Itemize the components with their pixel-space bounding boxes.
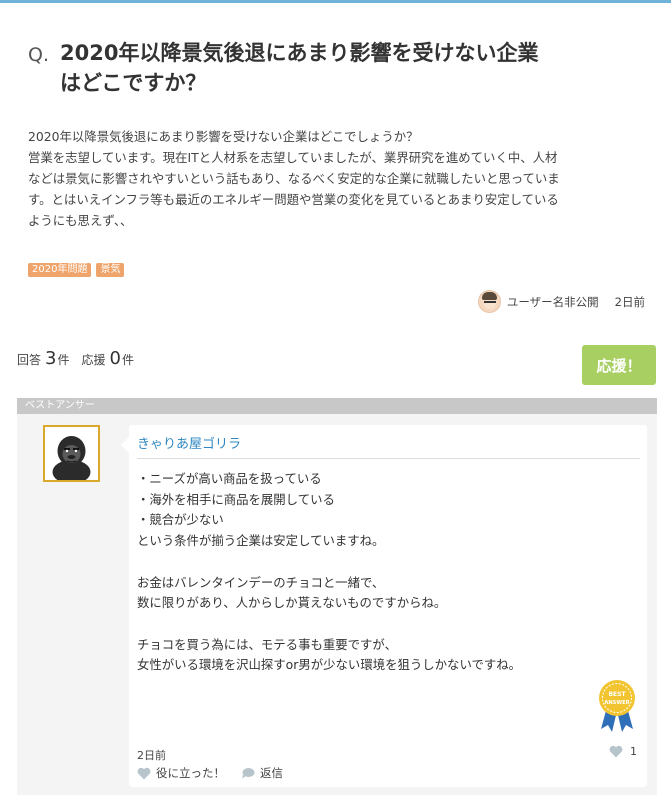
answer-time: 2日前 (137, 749, 166, 762)
answer-line (137, 552, 637, 573)
reply-label: 返信 (260, 766, 283, 780)
badge-text-answer: ANSWER (604, 700, 629, 706)
top-accent-rule (0, 0, 671, 3)
gorilla-avatar-icon[interactable] (43, 425, 100, 482)
helpful-label: 役に立った！ (156, 766, 225, 780)
question-stats: 回答 3 件 応援 0 件 (17, 348, 134, 369)
answer-line (137, 614, 637, 635)
tag-economy[interactable]: 景気 (96, 263, 125, 277)
best-answer-section-label: ベストアンサー (17, 398, 657, 414)
answer-line: チョコを買う為には、モテる事も重要ですが、 (137, 636, 397, 652)
cheers-unit: 件 (121, 353, 134, 367)
asker-info: ユーザー名非公開 2日前 (477, 290, 645, 313)
question-body-line: す。とはいえインフラ等も最近のエネルギー問題や営業の変化を見ているとあまり安定し… (28, 192, 559, 207)
question-title-line: 2020年以降景気後退にあまり影響を受けない企業 (60, 41, 539, 65)
answer-line: 女性がいる環境を沢山探すor男が少ない環境を狙うしかないですね。 (137, 657, 522, 673)
answer-line: という条件が揃う企業は安定していますね。 (137, 533, 385, 549)
question-title: 2020年以降景気後退にあまり影響を受けない企業 はどこですか？ (60, 38, 630, 98)
divider (137, 458, 640, 459)
cheer-button[interactable]: 応援！ (582, 345, 656, 385)
like-count: 1 (609, 745, 637, 758)
answer-line: ・競合が少ない (137, 512, 224, 528)
question-body-line: 2020年以降景気後退にあまり影響を受けない企業はどこでしょうか？ (28, 129, 419, 144)
cheers-count: 0 (109, 348, 121, 369)
best-answer-badge-icon: BEST ANSWER (599, 680, 635, 732)
asker-time: 2日前 (614, 294, 645, 309)
answer-line: 数に限りがあり、人からしか貰えないものですからね。 (137, 595, 447, 611)
answer-line: ・ニーズが高い商品を扱っている (137, 471, 322, 486)
asker-name: ユーザー名非公開 (506, 294, 599, 309)
question-body: 2020年以降景気後退にあまり影響を受けない企業はどこでしょうか？ 営業を志望し… (28, 126, 640, 231)
best-answer-card: きゃりあ屋ゴリラ ・ニーズが高い商品を扱っている ・海外を相手に商品を展開してい… (121, 425, 647, 787)
question-body-line: 営業を志望しています。現在ITと人材系を志望していましたが、業界研究を進めていく… (28, 150, 558, 165)
answer-line: お金はバレンタインデーのチョコと一緒で、 (137, 574, 385, 590)
heart-icon (137, 767, 151, 779)
answer-actions: 役に立った！ 返信 (137, 765, 283, 781)
answer-text: ・ニーズが高い商品を扱っている ・海外を相手に商品を展開している ・競合が少ない… (137, 469, 637, 676)
user-avatar-icon (477, 290, 501, 313)
heart-icon (609, 745, 623, 758)
cheers-label: 応援 (81, 353, 106, 367)
answers-count: 3 (45, 348, 57, 369)
best-answer-panel: きゃりあ屋ゴリラ ・ニーズが高い商品を扱っている ・海外を相手に商品を展開してい… (17, 414, 657, 795)
speech-bubble-icon (242, 768, 255, 779)
question-mark: Q. (28, 44, 49, 66)
helpful-button[interactable]: 役に立った！ (137, 765, 225, 781)
answers-unit: 件 (57, 353, 70, 367)
answer-line: ・海外を相手に商品を展開している (137, 491, 335, 507)
tag-list: 2020年問題 景気 (28, 263, 125, 277)
reply-button[interactable]: 返信 (241, 765, 283, 781)
question-body-line: ようにも思えず、、 (28, 213, 133, 228)
tag-2020-problem[interactable]: 2020年問題 (28, 263, 92, 277)
question-body-line: などは景気に影響されやすいという話もあり、なるべく安定的な企業に就職したいと思っ… (28, 171, 560, 186)
answerer-name-link[interactable]: きゃりあ屋ゴリラ (137, 433, 241, 452)
question-title-line: はどこですか？ (60, 71, 207, 95)
answers-label: 回答 (17, 353, 42, 367)
badge-text-best: BEST (608, 691, 626, 698)
like-count-value: 1 (630, 745, 637, 758)
